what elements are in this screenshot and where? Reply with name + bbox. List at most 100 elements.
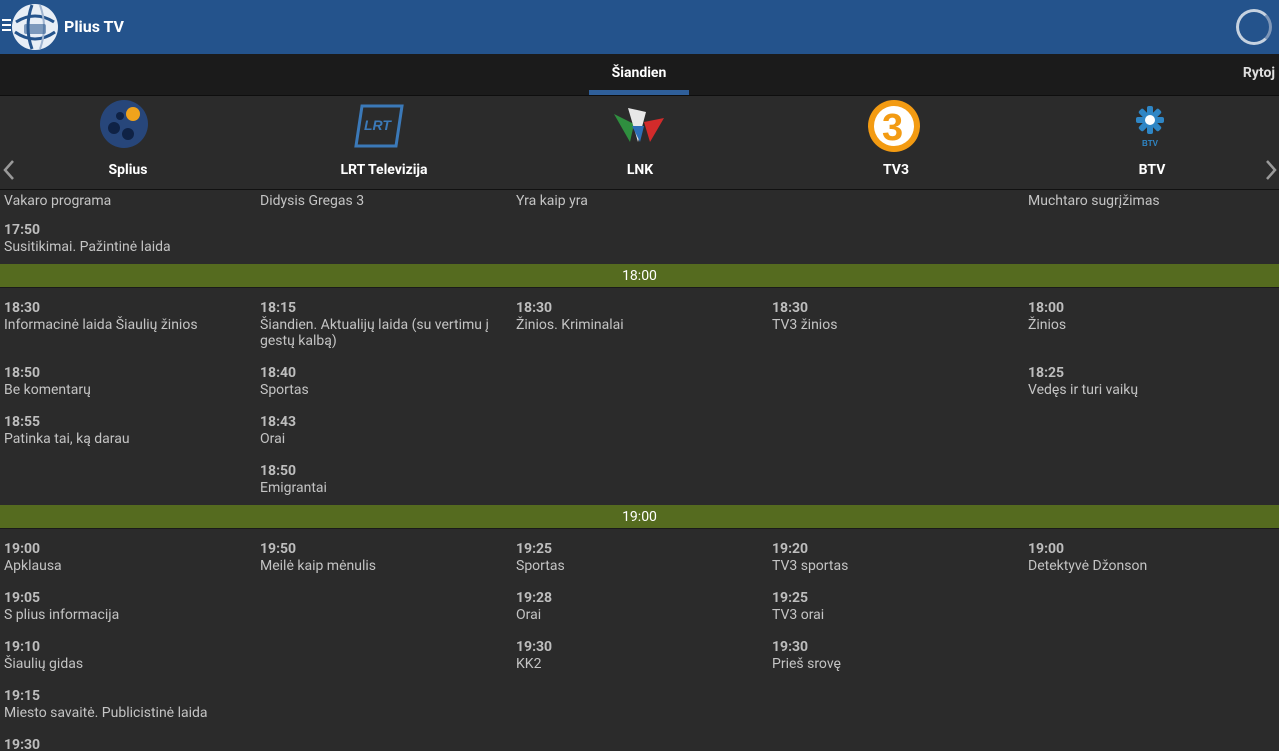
channel-lrt[interactable]: LRT LRT Televizija — [256, 96, 512, 190]
program-time: 19:10 — [4, 639, 41, 655]
program-item[interactable]: 18:50 Be komentarų — [4, 365, 252, 398]
channel-tv3[interactable]: 3 TV3 — [768, 96, 1024, 190]
lrt-logo: LRT — [354, 104, 404, 148]
program-title: Be komentarų — [4, 382, 91, 398]
channel-name: LNK — [626, 162, 654, 178]
program-title: S plius informacija — [4, 607, 120, 623]
program-item[interactable]: 18:30 Informacinė laida Šiaulių žinios — [4, 300, 252, 333]
program-item[interactable]: 19:20 TV3 sportas — [772, 541, 1020, 574]
program-time: 18:50 — [260, 463, 297, 479]
program-item[interactable]: 18:55 Patinka tai, ką darau — [4, 414, 252, 447]
program-time: 18:15 — [260, 300, 297, 316]
program-title: Miesto savaitė. Publicistinė laida — [4, 705, 208, 721]
program-time: 19:30 — [4, 737, 41, 751]
program-item[interactable]: 19:30 — [4, 737, 252, 751]
program-item[interactable]: Vakaro programa — [4, 193, 252, 209]
program-item[interactable]: 19:28 Orai — [516, 590, 764, 623]
channel-splius[interactable]: Splius — [0, 96, 256, 190]
program-item[interactable]: 19:00 Detektyvė Džonson — [1028, 541, 1276, 574]
program-time: 18:30 — [772, 300, 809, 316]
program-item[interactable]: 18:00 Žinios — [1028, 300, 1276, 333]
program-title: Apklausa — [4, 558, 62, 574]
channel-name: LRT Televizija — [340, 162, 428, 178]
program-time: 19:20 — [772, 541, 809, 557]
program-item[interactable]: 19:00 Apklausa — [4, 541, 252, 574]
program-time: 19:00 — [4, 541, 41, 557]
btv-logo: BTV — [1136, 106, 1164, 148]
program-time: 18:40 — [260, 365, 297, 381]
program-time: 17:50 — [4, 222, 41, 238]
chevron-right-icon[interactable] — [1265, 160, 1277, 180]
chevron-left-icon[interactable] — [3, 160, 15, 180]
globe-logo[interactable] — [10, 2, 60, 52]
program-time: 18:25 — [1028, 365, 1065, 381]
program-item[interactable]: 19:10 Šiaulių gidas — [4, 639, 252, 672]
program-title: Meilė kaip mėnulis — [260, 558, 376, 574]
channel-name: TV3 — [883, 162, 909, 178]
schedule-grid[interactable]: Vakaro programa 17:50 Susitikimai. Pažin… — [0, 191, 1279, 751]
program-time: 19:30 — [516, 639, 553, 655]
program-title: Vakaro programa — [4, 193, 112, 209]
program-title: Muchtaro sugrįžimas — [1028, 193, 1160, 209]
hour-divider-18: 18:00 — [0, 264, 1279, 288]
svg-text:3: 3 — [882, 107, 903, 149]
program-item[interactable]: 18:25 Vedęs ir turi vaikų — [1028, 365, 1276, 398]
program-item[interactable]: 19:15 Miesto savaitė. Publicistinė laida — [4, 688, 252, 721]
program-title: Detektyvė Džonson — [1028, 558, 1148, 574]
program-title: Emigrantai — [260, 480, 327, 496]
program-item[interactable]: Muchtaro sugrįžimas — [1028, 193, 1276, 209]
program-item[interactable]: 18:43 Orai — [260, 414, 508, 447]
action-bar: Plius TV — [0, 0, 1279, 54]
program-title: Žinios — [1028, 317, 1067, 333]
loading-spinner-icon[interactable] — [1236, 9, 1272, 45]
program-time: 19:28 — [516, 590, 553, 606]
tab-tomorrow[interactable]: Rytoj — [1243, 65, 1275, 81]
program-item[interactable]: 19:05 S plius informacija — [4, 590, 252, 623]
program-title: Šiaulių gidas — [4, 656, 84, 672]
program-item[interactable]: 18:30 TV3 žinios — [772, 300, 1020, 333]
program-item[interactable]: Yra kaip yra — [516, 193, 764, 209]
program-time: 18:30 — [4, 300, 41, 316]
program-item[interactable]: 18:15 Šiandien. Aktualijų laida (su vert… — [260, 300, 508, 349]
channel-name: BTV — [1138, 162, 1166, 178]
program-title: Susitikimai. Pažintinė laida — [4, 239, 171, 255]
program-time: 19:25 — [772, 590, 809, 606]
channel-name: Splius — [108, 162, 148, 178]
day-tabs: Šiandien Rytoj — [0, 54, 1279, 96]
program-title: Didysis Gregas 3 — [260, 193, 365, 209]
program-item[interactable]: 18:30 Žinios. Kriminalai — [516, 300, 764, 333]
program-title: Patinka tai, ką darau — [4, 431, 130, 447]
program-time: 18:30 — [516, 300, 553, 316]
svg-text:LRT: LRT — [364, 117, 392, 133]
program-time: 19:15 — [4, 688, 41, 704]
program-time: 18:55 — [4, 414, 41, 430]
channel-header: Splius LRT LRT Televizija LNK 3 TV3 BTV … — [0, 96, 1279, 190]
program-item[interactable]: Didysis Gregas 3 — [260, 193, 508, 209]
tv3-logo: 3 — [868, 100, 920, 152]
program-item[interactable]: 17:50 Susitikimai. Pažintinė laida — [4, 222, 252, 255]
program-title: TV3 žinios — [772, 317, 838, 333]
tab-today[interactable]: Šiandien — [589, 54, 689, 96]
program-item[interactable]: 19:25 TV3 orai — [772, 590, 1020, 623]
tab-today-label: Šiandien — [611, 65, 667, 81]
program-item[interactable]: 19:25 Sportas — [516, 541, 764, 574]
program-item[interactable]: 19:50 Meilė kaip mėnulis — [260, 541, 508, 574]
program-title: TV3 orai — [772, 607, 825, 623]
program-time: 19:50 — [260, 541, 297, 557]
program-title: Informacinė laida Šiaulių žinios — [4, 317, 198, 333]
program-time: 18:43 — [260, 414, 297, 430]
hour-divider-19: 19:00 — [0, 505, 1279, 529]
tab-indicator — [589, 90, 689, 95]
program-item[interactable]: 19:30 Prieš srovę — [772, 639, 1020, 672]
app-title: Plius TV — [64, 17, 125, 36]
program-item[interactable]: 19:30 KK2 — [516, 639, 764, 672]
channel-lnk[interactable]: LNK — [512, 96, 768, 190]
program-item[interactable]: 18:50 Emigrantai — [260, 463, 508, 496]
program-time: 19:25 — [516, 541, 553, 557]
program-item[interactable]: 18:40 Sportas — [260, 365, 508, 398]
program-title: Sportas — [516, 558, 565, 574]
program-time: 19:30 — [772, 639, 809, 655]
channel-btv[interactable]: BTV BTV — [1024, 96, 1279, 190]
program-title: KK2 — [516, 656, 542, 672]
program-title: TV3 sportas — [772, 558, 849, 574]
